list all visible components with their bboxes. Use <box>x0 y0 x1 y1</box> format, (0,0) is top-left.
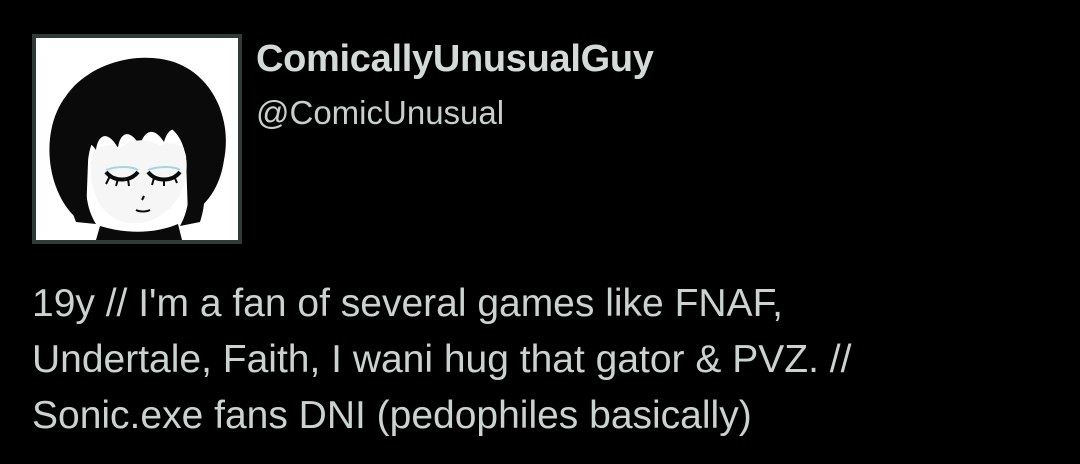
avatar[interactable] <box>32 34 242 244</box>
bio-line-3: Sonic.exe fans DNI (pedophiles basically… <box>32 394 752 437</box>
profile-card: ComicallyUnusualGuy @ComicUnusual 19y //… <box>0 0 1080 464</box>
bio: 19y // I'm a fan of several games like F… <box>32 276 1062 444</box>
display-name[interactable]: ComicallyUnusualGuy <box>256 38 654 81</box>
user-handle[interactable]: @ComicUnusual <box>256 94 504 132</box>
bio-line-1: 19y // I'm a fan of several games like F… <box>32 282 783 325</box>
anime-girl-portrait-icon <box>36 38 238 240</box>
bio-line-2: Undertale, Faith, I wani hug that gator … <box>32 338 852 381</box>
